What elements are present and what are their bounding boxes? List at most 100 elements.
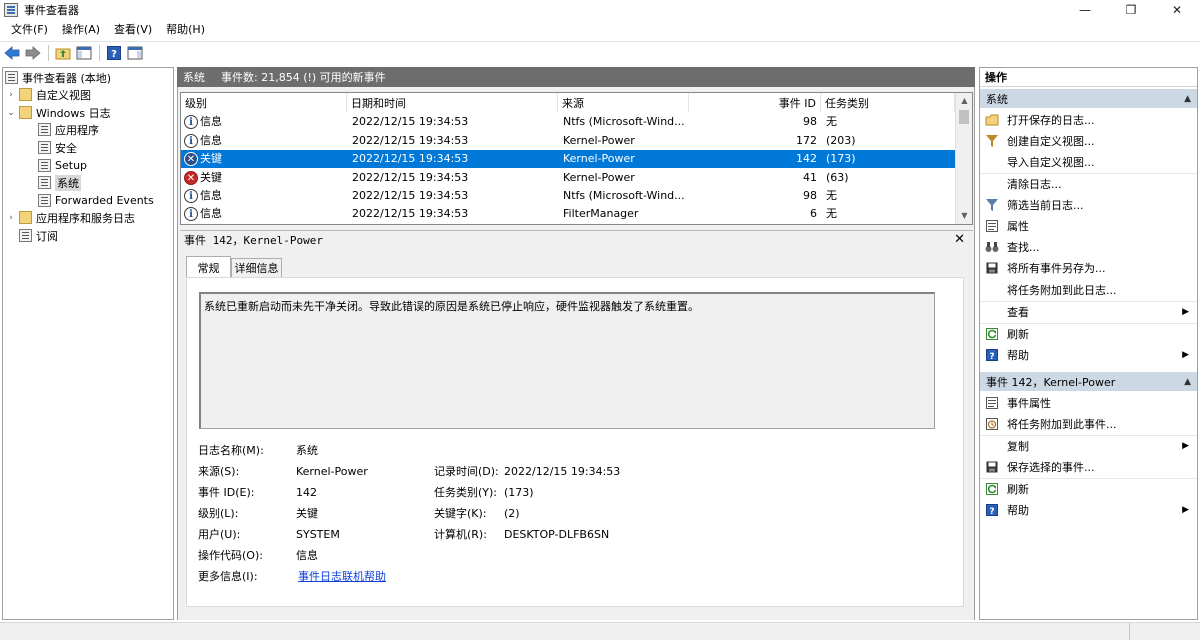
value-level: 关键 <box>296 507 318 520</box>
online-help-link[interactable]: 事件日志联机帮助 <box>298 570 386 584</box>
show-hide-tree-button[interactable] <box>74 43 94 63</box>
event-level: 关键 <box>200 171 222 184</box>
back-button[interactable] <box>2 43 22 63</box>
info-icon: i <box>184 189 198 203</box>
tree-item-system[interactable]: 系统 <box>38 174 81 191</box>
minimize-button[interactable]: — <box>1062 0 1108 20</box>
action-label: 筛选当前日志... <box>1007 198 1084 212</box>
action-filter-current-log[interactable]: 筛选当前日志... <box>980 194 1197 215</box>
action-attach-task-to-event[interactable]: 将任务附加到此事件... <box>980 413 1197 434</box>
action-find[interactable]: 查找... <box>980 236 1197 257</box>
scrollbar-thumb[interactable] <box>959 110 969 124</box>
action-properties[interactable]: 属性 <box>980 215 1197 236</box>
maximize-button[interactable]: ❐ <box>1108 0 1154 20</box>
actions-section-event[interactable]: 事件 142，Kernel-Power ▲ <box>980 372 1197 391</box>
action-event-properties[interactable]: 事件属性 <box>980 392 1197 413</box>
action-label: 查找... <box>1007 240 1040 254</box>
column-header-event-id[interactable]: 事件 ID <box>689 93 821 112</box>
action-save-selected-events[interactable]: 保存选择的事件... <box>980 456 1197 477</box>
event-source: FilterManager <box>563 207 639 220</box>
tree-item-custom-views[interactable]: › 自定义视图 <box>6 86 91 103</box>
folder-icon <box>19 88 32 101</box>
event-row[interactable]: i 信息 2022/12/15 19:34:53 FilterManager 6… <box>181 205 955 223</box>
show-action-pane-button[interactable] <box>125 43 145 63</box>
up-folder-button[interactable] <box>53 43 73 63</box>
event-row[interactable]: i 信息 2022/12/15 19:34:53 Ntfs (Microsoft… <box>181 113 955 131</box>
menu-action[interactable]: 操作(A) <box>55 20 107 40</box>
collapse-chevron-icon[interactable]: ⌄ <box>6 108 16 118</box>
forward-button[interactable] <box>23 43 43 63</box>
collapse-chevron-icon[interactable]: ▲ <box>1184 94 1191 104</box>
status-bar <box>0 622 1200 640</box>
action-clear-log[interactable]: 清除日志... <box>980 173 1197 194</box>
close-detail-icon[interactable]: ✕ <box>954 232 965 247</box>
event-list-scrollbar[interactable]: ▲ ▼ <box>955 93 972 224</box>
scroll-down-icon[interactable]: ▼ <box>956 208 972 224</box>
tree-item-app-service-logs[interactable]: › 应用程序和服务日志 <box>6 209 135 226</box>
help-icon: ? <box>985 348 999 362</box>
expand-chevron-icon[interactable]: › <box>6 90 16 100</box>
action-attach-task-to-log[interactable]: 将任务附加到此日志... <box>980 279 1197 300</box>
event-description[interactable]: 系统已重新启动而未先干净关闭。导致此错误的原因是系统已停止响应，硬件监视器触发了… <box>199 292 935 429</box>
event-datetime: 2022/12/15 19:34:53 <box>352 152 469 165</box>
save-icon <box>985 460 999 474</box>
tree-item-setup[interactable]: Setup <box>38 157 87 174</box>
label-log-name: 日志名称(M): <box>198 444 264 457</box>
tree-item-forwarded-events[interactable]: Forwarded Events <box>38 192 154 209</box>
menu-view[interactable]: 查看(V) <box>107 20 159 40</box>
action-view[interactable]: 查看 ▶ <box>980 301 1197 322</box>
collapse-chevron-icon[interactable]: ▲ <box>1184 377 1191 387</box>
action-open-saved-log[interactable]: 打开保存的日志... <box>980 109 1197 130</box>
refresh-icon <box>985 482 999 496</box>
close-window-button[interactable]: ✕ <box>1154 0 1200 20</box>
tree-item-subscriptions[interactable]: 订阅 <box>19 227 58 244</box>
critical-icon: ✕ <box>184 152 198 166</box>
column-header-level[interactable]: 级别 <box>181 93 347 112</box>
action-label: 清除日志... <box>1007 178 1062 191</box>
tab-details[interactable]: 详细信息 <box>231 258 282 278</box>
save-icon <box>985 261 999 275</box>
actions-section-log[interactable]: 系统 ▲ <box>980 89 1197 108</box>
event-level: 信息 <box>200 134 222 147</box>
properties-icon <box>985 219 999 233</box>
blank-icon <box>985 439 999 453</box>
action-help[interactable]: ? 帮助 ▶ <box>980 344 1197 365</box>
expand-chevron-icon[interactable]: › <box>6 213 16 223</box>
label-user: 用户(U): <box>198 528 241 541</box>
event-level: 关键 <box>200 152 222 165</box>
action-copy[interactable]: 复制 ▶ <box>980 435 1197 456</box>
action-save-all-events[interactable]: 将所有事件另存为... <box>980 257 1197 278</box>
value-task-category: (173) <box>504 486 534 499</box>
label-source: 来源(S): <box>198 465 240 478</box>
value-opcode: 信息 <box>296 549 318 562</box>
tree-item-application[interactable]: 应用程序 <box>38 121 99 138</box>
column-header-datetime[interactable]: 日期和时间 <box>347 93 558 112</box>
action-import-custom-view[interactable]: 导入自定义视图... <box>980 151 1197 172</box>
tree-item-windows-logs[interactable]: ⌄ Windows 日志 <box>6 104 111 121</box>
menu-help[interactable]: 帮助(H) <box>159 20 212 40</box>
event-detail-header: 事件 142，Kernel-Power ✕ <box>180 230 973 249</box>
action-refresh-event[interactable]: 刷新 <box>980 478 1197 499</box>
help-button[interactable]: ? <box>104 43 124 63</box>
event-row[interactable]: i 信息 2022/12/15 19:34:53 Ntfs (Microsoft… <box>181 187 955 205</box>
column-header-source[interactable]: 来源 <box>558 93 689 112</box>
event-row[interactable]: i 信息 2022/12/15 19:34:53 Kernel-Power 17… <box>181 132 955 150</box>
toolbar-separator <box>99 44 100 61</box>
event-row[interactable]: ✕ 关键 2022/12/15 19:34:53 Kernel-Power 41… <box>181 169 955 187</box>
tree-item-root[interactable]: 事件查看器 (本地) <box>5 69 111 86</box>
log-icon <box>38 141 51 154</box>
action-help-event[interactable]: ? 帮助 ▶ <box>980 499 1197 520</box>
tree-item-security[interactable]: 安全 <box>38 139 77 156</box>
action-create-custom-view[interactable]: 创建自定义视图... <box>980 130 1197 151</box>
event-row-selected[interactable]: ✕ 关键 2022/12/15 19:34:53 Kernel-Power 14… <box>181 150 955 168</box>
event-id: 98 <box>803 115 817 128</box>
window-title: 事件查看器 <box>24 4 79 17</box>
action-refresh[interactable]: 刷新 <box>980 323 1197 344</box>
menu-file[interactable]: 文件(F) <box>4 20 55 40</box>
column-header-task[interactable]: 任务类别 <box>821 93 955 112</box>
info-icon: i <box>184 134 198 148</box>
scroll-up-icon[interactable]: ▲ <box>956 93 972 109</box>
tab-general[interactable]: 常规 <box>186 256 231 278</box>
action-label: 将任务附加到此事件... <box>1007 417 1117 431</box>
action-pane-icon <box>127 46 143 59</box>
